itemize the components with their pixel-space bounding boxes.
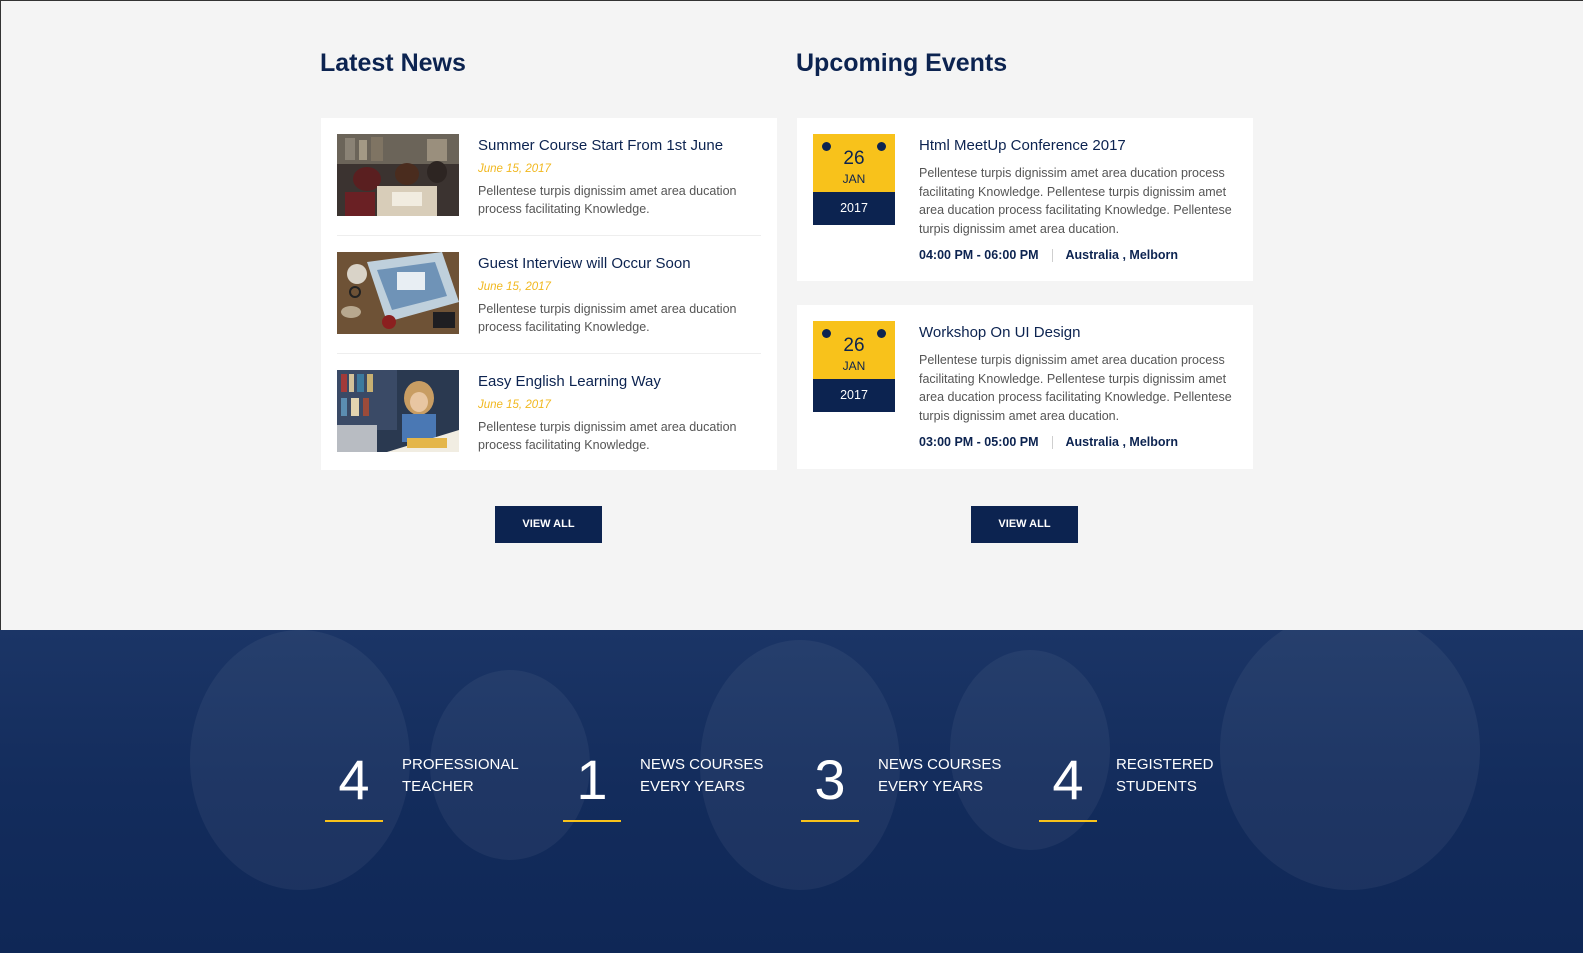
news-view-all-button[interactable]: VIEW ALL — [495, 506, 602, 543]
event-meta: 03:00 PM - 05:00 PM Australia , Melborn — [919, 435, 1179, 450]
news-title[interactable]: Summer Course Start From 1st June — [478, 137, 723, 154]
event-time: 04:00 PM - 06:00 PM — [919, 248, 1039, 262]
news-description: Pellentese turpis dignissim amet area du… — [478, 420, 737, 452]
stat-item: 1 NEWS COURSES EVERY YEARS — [563, 630, 801, 830]
news-date: June 15, 2017 — [478, 163, 551, 175]
news-title[interactable]: Easy English Learning Way — [478, 373, 661, 390]
stats-section: 4 PROFESSIONAL TEACHER 1 NEWS COURSES EV… — [0, 630, 1583, 953]
news-description: Pellentese turpis dignissim amet area du… — [478, 184, 737, 216]
news-list: Summer Course Start From 1st June June 1… — [321, 118, 777, 470]
event-location: Australia , Melborn — [1065, 435, 1179, 449]
divider — [337, 353, 761, 354]
stat-number: 4 — [1052, 748, 1084, 811]
stat-item: 4 PROFESSIONAL TEACHER — [325, 630, 563, 830]
event-month: JAN — [842, 359, 866, 373]
upcoming-events-heading: Upcoming Events — [796, 49, 1008, 77]
meta-separator — [1051, 249, 1053, 263]
news-date: June 15, 2017 — [478, 281, 551, 293]
stat-underline — [563, 820, 621, 822]
news-description: Pellentese turpis dignissim amet area du… — [478, 302, 737, 334]
stat-label: PROFESSIONAL — [402, 756, 519, 773]
event-title[interactable]: Html MeetUp Conference 2017 — [919, 137, 1126, 154]
stat-label: EVERY YEARS — [640, 778, 746, 795]
event-location: Australia , Melborn — [1065, 248, 1179, 262]
news-thumbnail-students-studying[interactable] — [337, 134, 459, 216]
stat-label: STUDENTS — [1116, 778, 1197, 795]
event-time: 03:00 PM - 05:00 PM — [919, 435, 1039, 449]
event-day: 26 — [843, 335, 865, 356]
stat-label: EVERY YEARS — [878, 778, 984, 795]
event-day: 26 — [843, 148, 865, 169]
news-thumbnail-desk-laptop[interactable] — [337, 252, 459, 334]
news-events-section: Latest News Summer Course Start From 1st… — [0, 0, 1583, 630]
stat-item: 4 REGISTERED STUDENTS — [1039, 630, 1277, 830]
event-description: Pellentese turpis dignissim amet area du… — [919, 166, 1232, 236]
stat-underline — [1039, 820, 1097, 822]
news-title[interactable]: Guest Interview will Occur Soon — [478, 255, 691, 272]
event-meta: 04:00 PM - 06:00 PM Australia , Melborn — [919, 248, 1179, 263]
news-date: June 15, 2017 — [478, 399, 551, 411]
event-date-calendar: 26 JAN 2017 — [813, 321, 895, 412]
stat-number: 4 — [338, 748, 370, 811]
event-date-calendar: 26 JAN 2017 — [813, 134, 895, 225]
stat-label: NEWS COURSES — [640, 756, 764, 773]
stat-item: 3 NEWS COURSES EVERY YEARS — [801, 630, 1039, 830]
event-title[interactable]: Workshop On UI Design — [919, 324, 1080, 341]
divider — [337, 235, 761, 236]
stat-underline — [325, 820, 383, 822]
event-month: JAN — [842, 172, 866, 186]
news-thumbnail-library-reading[interactable] — [337, 370, 459, 452]
event-year: 2017 — [813, 192, 895, 225]
event-card[interactable]: 26 JAN 2017 Workshop On UI Design Pellen… — [797, 305, 1253, 469]
stat-underline — [801, 820, 859, 822]
news-item[interactable]: Easy English Learning Way June 15, 2017 … — [337, 370, 761, 488]
events-view-all-button[interactable]: VIEW ALL — [971, 506, 1078, 543]
meta-separator — [1051, 436, 1053, 450]
stat-label: NEWS COURSES — [878, 756, 1002, 773]
stat-label: REGISTERED — [1116, 756, 1214, 773]
stat-number: 1 — [576, 748, 608, 811]
stat-label: TEACHER — [402, 778, 474, 795]
latest-news-heading: Latest News — [320, 49, 466, 77]
stat-number: 3 — [814, 748, 846, 811]
event-card[interactable]: 26 JAN 2017 Html MeetUp Conference 2017 … — [797, 118, 1253, 281]
event-description: Pellentese turpis dignissim amet area du… — [919, 353, 1232, 423]
event-year: 2017 — [813, 379, 895, 412]
